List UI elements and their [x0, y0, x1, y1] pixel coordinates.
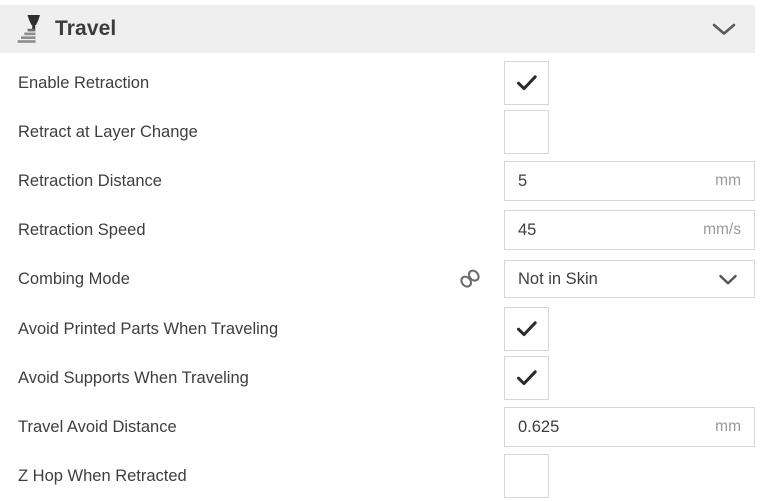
setting-row-z-hop-when-retracted: Z Hop When Retracted: [0, 452, 770, 501]
setting-label-avoid-printed-parts-when-traveling: Avoid Printed Parts When Traveling: [18, 319, 279, 338]
setting-row-retraction-distance: Retraction Distance 5 mm: [0, 156, 770, 205]
checkbox-enable-retraction[interactable]: [504, 60, 549, 105]
input-unit-retraction-speed: mm/s: [703, 221, 741, 239]
input-retraction-distance[interactable]: 5 mm: [504, 160, 755, 201]
setting-label-z-hop-when-retracted: Z Hop When Retracted: [18, 466, 187, 485]
input-value-retraction-speed: 45: [518, 220, 537, 239]
setting-row-travel-avoid-distance: Travel Avoid Distance 0.625 mm: [0, 402, 770, 451]
setting-label-travel-avoid-distance: Travel Avoid Distance: [18, 417, 177, 436]
setting-label-retraction-speed: Retraction Speed: [18, 220, 146, 239]
setting-row-avoid-supports-when-traveling: Avoid Supports When Traveling: [0, 353, 770, 402]
checkbox-retract-at-layer-change[interactable]: [504, 109, 549, 154]
input-unit-travel-avoid-distance: mm: [715, 418, 741, 436]
setting-label-avoid-supports-when-traveling: Avoid Supports When Traveling: [18, 368, 249, 387]
input-unit-retraction-distance: mm: [715, 172, 741, 190]
setting-label-retract-at-layer-change: Retract at Layer Change: [18, 122, 198, 141]
setting-row-retract-at-layer-change: Retract at Layer Change: [0, 107, 770, 156]
travel-section-header[interactable]: Travel: [0, 5, 755, 53]
settings-rows: Enable Retraction Retract at Layer Change…: [0, 58, 770, 501]
travel-settings-panel: Travel Enable Retraction Retract at Layer…: [0, 0, 770, 500]
section-title: Travel: [55, 17, 117, 40]
dropdown-value-combing-mode: Not in Skin: [518, 270, 598, 289]
chain-link-icon[interactable]: [455, 266, 485, 292]
checkbox-avoid-printed-parts-when-traveling[interactable]: [504, 306, 549, 351]
setting-row-combing-mode: Combing Mode Not in Skin: [0, 255, 770, 304]
setting-row-retraction-speed: Retraction Speed 45 mm/s: [0, 206, 770, 255]
setting-row-enable-retraction: Enable Retraction: [0, 58, 770, 107]
input-value-travel-avoid-distance: 0.625: [518, 417, 560, 436]
setting-row-avoid-printed-parts-when-traveling: Avoid Printed Parts When Traveling: [0, 304, 770, 353]
input-retraction-speed[interactable]: 45 mm/s: [504, 210, 755, 251]
dropdown-combing-mode[interactable]: Not in Skin: [504, 260, 755, 299]
setting-label-enable-retraction: Enable Retraction: [18, 73, 150, 92]
input-travel-avoid-distance[interactable]: 0.625 mm: [504, 406, 755, 447]
chevron-down-icon[interactable]: [709, 14, 739, 44]
setting-label-retraction-distance: Retraction Distance: [18, 171, 162, 190]
checkbox-avoid-supports-when-traveling[interactable]: [504, 355, 549, 400]
chevron-down-icon: [717, 272, 739, 286]
checkbox-z-hop-when-retracted[interactable]: [504, 454, 549, 499]
travel-nozzle-icon: [17, 15, 40, 43]
input-value-retraction-distance: 5: [518, 171, 528, 190]
setting-label-combing-mode: Combing Mode: [18, 270, 130, 289]
